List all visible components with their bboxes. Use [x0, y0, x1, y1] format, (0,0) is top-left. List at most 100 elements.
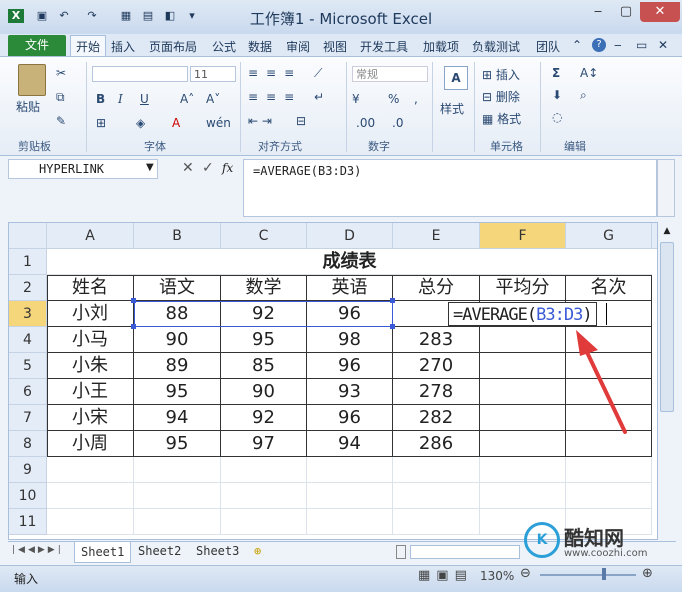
empty-cell[interactable] — [47, 509, 134, 535]
empty-cell[interactable] — [566, 457, 652, 483]
horizontal-align-icons[interactable]: ≡≡≡ — [248, 90, 302, 104]
data-cell[interactable]: 96 — [307, 353, 393, 379]
borders-icon[interactable]: ⊞ — [96, 116, 106, 130]
data-cell[interactable]: 95 — [134, 431, 221, 457]
data-cell[interactable]: 93 — [307, 379, 393, 405]
grow-font-icon[interactable]: A˄ — [180, 92, 194, 106]
tab-view[interactable]: 视图 — [323, 38, 347, 55]
scroll-up-icon[interactable]: ▲ — [661, 226, 673, 238]
minimize-button[interactable]: ‒ — [584, 2, 612, 22]
ribbon-minimize-icon[interactable]: ⌃ — [572, 38, 582, 52]
doc-restore-icon[interactable]: ▭ — [636, 38, 647, 52]
tab-insert[interactable]: 插入 — [111, 38, 135, 55]
empty-cell[interactable] — [393, 457, 480, 483]
row-header-2[interactable]: 2 — [9, 275, 47, 301]
worksheet-grid[interactable]: A B C D E F G 1 2 3 4 5 6 7 8 9 10 11 成绩… — [8, 222, 658, 540]
sheet-tab-sheet2[interactable]: Sheet2 — [138, 544, 181, 558]
tab-home[interactable]: 开始 — [70, 35, 106, 58]
data-cell[interactable]: 283 — [393, 327, 480, 353]
col-header-c[interactable]: C — [221, 223, 307, 249]
empty-cell[interactable] — [221, 483, 307, 509]
data-cell[interactable]: 96 — [307, 405, 393, 431]
data-cell[interactable] — [566, 431, 652, 457]
name-box[interactable]: HYPERLINK — [8, 159, 158, 179]
vertical-scrollbar[interactable]: ▲ — [658, 222, 676, 540]
empty-cell[interactable] — [480, 483, 566, 509]
phonetic-icon[interactable]: wén — [206, 116, 231, 130]
header-cell[interactable]: 英语 — [307, 275, 393, 301]
data-cell[interactable] — [566, 353, 652, 379]
zoom-out-icon[interactable]: ⊖ — [520, 566, 531, 581]
italic-icon[interactable]: I — [118, 92, 123, 106]
autosum-icon[interactable]: Σ — [552, 66, 560, 80]
data-cell[interactable]: 小刘 — [47, 301, 134, 327]
data-cell[interactable]: 小朱 — [47, 353, 134, 379]
range-handle[interactable] — [131, 324, 136, 329]
data-cell[interactable]: 95 — [221, 327, 307, 353]
decrease-decimal-icon[interactable]: .0 — [392, 116, 403, 130]
doc-close-icon[interactable]: ✕ — [658, 38, 668, 52]
insert-cells-button[interactable]: ⊞ 插入 — [482, 66, 520, 83]
row-header-8[interactable]: 8 — [9, 431, 47, 457]
header-cell[interactable]: 平均分 — [480, 275, 566, 301]
empty-cell[interactable] — [134, 509, 221, 535]
header-cell[interactable]: 名次 — [566, 275, 652, 301]
fill-icon[interactable]: ⬇ — [552, 88, 562, 102]
data-cell[interactable]: 89 — [134, 353, 221, 379]
cell-title[interactable]: 成绩表 — [47, 249, 652, 275]
paste-icon[interactable] — [18, 64, 46, 96]
tab-page-layout[interactable]: 页面布局 — [149, 38, 197, 55]
tab-split-handle[interactable] — [396, 545, 406, 559]
col-header-d[interactable]: D — [307, 223, 393, 249]
percent-style-icon[interactable]: % — [388, 92, 399, 106]
cancel-entry-icon[interactable]: ✕ — [182, 160, 194, 176]
empty-cell[interactable] — [307, 509, 393, 535]
data-cell[interactable]: 小宋 — [47, 405, 134, 431]
col-header-e[interactable]: E — [393, 223, 480, 249]
header-cell[interactable]: 姓名 — [47, 275, 134, 301]
row-header-10[interactable]: 10 — [9, 483, 47, 509]
empty-cell[interactable] — [47, 483, 134, 509]
data-cell[interactable]: 282 — [393, 405, 480, 431]
data-cell[interactable]: 270 — [393, 353, 480, 379]
zoom-slider-track[interactable] — [540, 574, 636, 576]
tab-add-ins[interactable]: 加载项 — [423, 38, 459, 55]
zoom-slider-thumb[interactable] — [602, 568, 606, 580]
data-cell[interactable]: 98 — [307, 327, 393, 353]
font-color-icon[interactable]: A — [172, 116, 180, 130]
header-cell[interactable]: 语文 — [134, 275, 221, 301]
data-cell[interactable]: 278 — [393, 379, 480, 405]
indent-icons[interactable]: ⇤ ⇥ — [248, 114, 272, 128]
fill-color-icon[interactable]: ◈ — [136, 116, 145, 130]
help-icon[interactable]: ? — [592, 38, 606, 52]
range-handle[interactable] — [390, 324, 395, 329]
row-header-4[interactable]: 4 — [9, 327, 47, 353]
empty-cell[interactable] — [480, 457, 566, 483]
data-cell[interactable] — [566, 405, 652, 431]
cut-icon[interactable]: ✂ — [56, 66, 66, 80]
data-cell[interactable]: 92 — [221, 405, 307, 431]
styles-button[interactable]: 样式 — [440, 100, 464, 117]
data-cell[interactable]: 95 — [134, 379, 221, 405]
font-name-combo[interactable] — [92, 66, 188, 82]
col-header-f[interactable]: F — [480, 223, 566, 249]
formula-expand-scrollbar[interactable] — [657, 159, 675, 217]
empty-cell[interactable] — [307, 483, 393, 509]
col-header-g[interactable]: G — [566, 223, 652, 249]
underline-icon[interactable]: U — [140, 92, 149, 106]
view-buttons-icon[interactable]: ▦▣▤ — [418, 568, 473, 583]
format-painter-icon[interactable]: ✎ — [56, 114, 66, 128]
sort-filter-icon[interactable]: A↕ — [580, 66, 598, 80]
data-cell[interactable]: 286 — [393, 431, 480, 457]
find-select-icon[interactable]: ⌕ — [580, 88, 587, 103]
tab-team[interactable]: 团队 — [536, 38, 560, 55]
empty-cell[interactable] — [393, 483, 480, 509]
shrink-font-icon[interactable]: A˅ — [206, 92, 220, 106]
row-header-3[interactable]: 3 — [9, 301, 47, 327]
empty-cell[interactable] — [134, 457, 221, 483]
col-header-b[interactable]: B — [134, 223, 221, 249]
header-cell[interactable]: 数学 — [221, 275, 307, 301]
data-cell[interactable]: 85 — [221, 353, 307, 379]
horizontal-scrollbar[interactable] — [410, 545, 520, 559]
empty-cell[interactable] — [393, 509, 480, 535]
